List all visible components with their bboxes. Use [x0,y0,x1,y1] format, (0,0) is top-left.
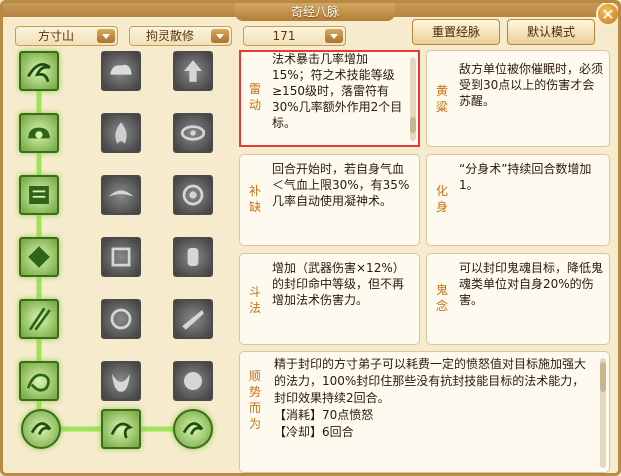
chevron-down-icon[interactable] [211,29,229,43]
bird-icon [108,190,134,197]
mode-dropdown[interactable]: 拘灵散修 [129,26,232,46]
ultimate-cooldown-line: 【冷却】6回合 [274,425,354,439]
ultimate-node-right[interactable] [173,409,213,449]
skill-node-6[interactable] [19,361,59,401]
skill-node-17[interactable] [173,299,213,339]
skill-node-14[interactable] [173,113,213,153]
skill-node-4[interactable] [19,237,59,277]
skill-desc: 可以封印鬼魂目标，降低鬼魂类单位对自身20%的伤害。 [459,261,604,307]
level-dropdown[interactable]: 171 [243,26,346,46]
school-dropdown-value: 方寸山 [37,29,74,43]
skill-node-buque[interactable] [19,113,59,153]
ultimate-desc-line: 精于封印的方寸弟子可以耗费一定的愤怒值对目标施加强大的法力，100%封印住那些没… [274,357,587,405]
flame-icon [115,122,127,144]
level-dropdown-value: 171 [272,29,296,43]
skill-desc: “分身术”持续回合数增加1。 [459,162,592,192]
skill-desc: 敌方单位被你催眠时，必须受到30点以上的伤害才会苏醒。 [459,62,604,108]
dragon-icon [26,373,50,392]
skill-node-leidong[interactable] [19,51,59,91]
chevron-down-icon[interactable] [325,29,343,43]
eye-icon [180,125,206,141]
skill-name: 化身 [435,184,448,214]
selected-skill-highlight [239,50,420,147]
skill-name: 补缺 [248,184,261,214]
skill-panel-guinian: 鬼念 可以封印鬼魂目标，降低鬼魂类单位对自身20%的伤害。 [426,253,610,345]
school-dropdown[interactable]: 方寸山 [15,26,118,46]
cloud-icon [110,64,132,75]
ultimate-desc: 精于封印的方寸弟子可以耗费一定的愤怒值对目标施加强大的法力，100%封印住那些没… [274,356,596,441]
skill-node-11[interactable] [101,299,141,339]
skill-name: 鬼念 [435,283,448,313]
skill-node-5[interactable] [19,299,59,339]
square-rune-icon [111,247,131,267]
close-button[interactable]: ✕ [596,3,618,26]
skill-name: 黄粱 [435,84,448,114]
meridian-window: 奇经八脉 ✕ 方寸山 拘灵散修 171 重置经脉 默认模式 雷动 法术暴击几率增… [0,0,621,476]
cloud-icon [28,127,50,139]
bamboo-icon [28,307,51,331]
skill-node-18[interactable] [173,361,213,401]
skill-tree [13,49,235,471]
gem-icon [28,246,50,268]
swirl-icon [182,184,204,206]
mode-dropdown-value: 拘灵散修 [145,29,194,43]
mask-icon [112,373,130,392]
swirl-icon [27,63,51,83]
default-mode-button[interactable]: 默认模式 [507,19,595,45]
swirl-icon [182,422,204,435]
skill-panel-buque: 补缺 回合开始时，若自身气血＜气血上限30%，有35%几率自动使用凝神术。 [239,154,420,246]
window-title: 奇经八脉 [235,3,395,21]
reset-meridian-button[interactable]: 重置经脉 [412,19,500,45]
skill-desc: 增加（武器伤害×12%）的封印命中等级，但不再增加法术伤害力。 [272,261,405,307]
skill-node-huangliang[interactable] [101,51,141,91]
swirl-icon [30,422,52,435]
scrollbar[interactable] [600,358,606,468]
dragon-icon [110,422,133,439]
ultimate-cost-line: 【消耗】70点愤怒 [274,408,374,422]
fist-icon [184,372,202,390]
chevron-down-icon[interactable] [97,29,115,43]
skill-node-12[interactable] [101,361,141,401]
ultimate-node-left[interactable] [21,409,61,449]
skill-node-huashen[interactable] [101,113,141,153]
skill-node-15[interactable] [173,175,213,215]
skill-node-13[interactable] [173,51,213,91]
skill-panel-huangliang: 黄粱 敌方单位被你催眠时，必须受到30点以上的伤害才会苏醒。 [426,50,610,147]
skill-node-16[interactable] [173,237,213,277]
skill-desc: 回合开始时，若自身气血＜气血上限30%，有35%几率自动使用凝神术。 [272,162,410,208]
scroll-icon [29,186,49,204]
skill-name: 斗法 [248,285,261,315]
ultimate-panel: 顺势而为 精于封印的方寸弟子可以耗费一定的愤怒值对目标施加强大的法力，100%封… [239,351,610,473]
lantern-icon [187,248,199,266]
close-icon: ✕ [601,5,615,24]
ultimate-name: 顺势而为 [248,369,261,431]
blade-icon [182,310,204,330]
arrow-up-icon [184,60,202,82]
ring-icon [110,308,132,330]
skill-node-10[interactable] [101,237,141,277]
ultimate-node-center[interactable] [101,409,141,449]
skill-panel-huashen: 化身 “分身术”持续回合数增加1。 [426,154,610,246]
skill-node-doufa[interactable] [19,175,59,215]
skill-panel-doufa: 斗法 增加（武器伤害×12%）的封印命中等级，但不再增加法术伤害力。 [239,253,420,345]
skill-node-guinian[interactable] [101,175,141,215]
